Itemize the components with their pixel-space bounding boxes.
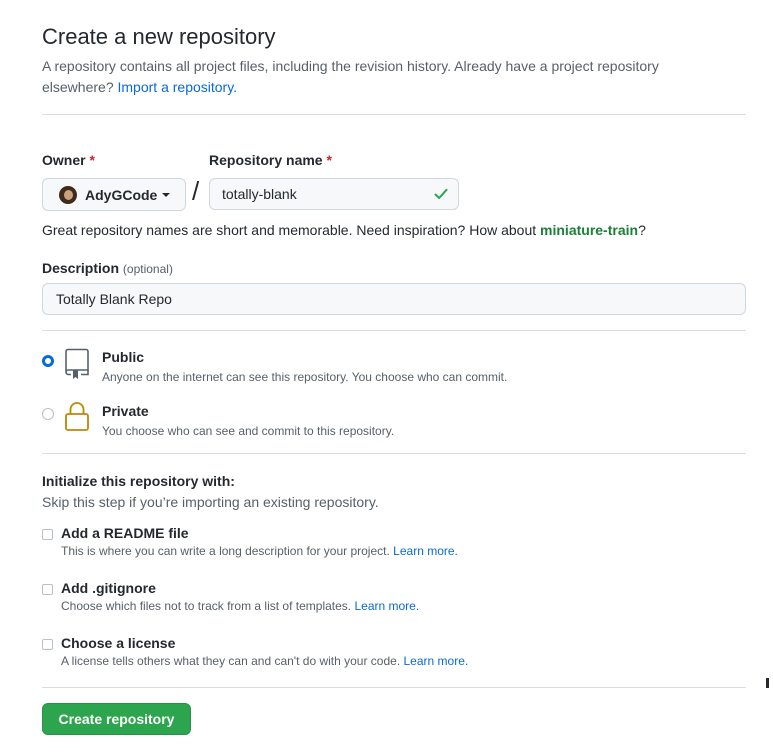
lock-icon — [65, 402, 89, 431]
divider — [42, 114, 746, 115]
divider — [42, 330, 746, 331]
private-radio[interactable] — [42, 408, 54, 420]
gitignore-option-title: Add .gitignore — [61, 580, 156, 596]
private-option-desc: You choose who can see and commit to thi… — [102, 424, 395, 438]
repo-icon — [65, 348, 89, 379]
owner-repo-separator: / — [192, 176, 200, 206]
description-value: Totally Blank Repo — [56, 291, 172, 307]
description-input[interactable]: Totally Blank Repo — [42, 283, 746, 315]
repository-name-label: Repository name * — [209, 152, 332, 168]
license-checkbox[interactable] — [42, 639, 53, 650]
divider — [42, 453, 746, 454]
initialize-subtitle: Skip this step if you’re importing an ex… — [42, 494, 379, 510]
required-mark: * — [89, 152, 95, 168]
readme-option-title: Add a README file — [61, 525, 189, 541]
private-option-title: Private — [102, 403, 149, 419]
gitignore-checkbox[interactable] — [42, 584, 53, 595]
page-title: Create a new repository — [42, 24, 276, 49]
divider — [42, 687, 746, 688]
gitignore-option-desc: Choose which files not to track from a l… — [61, 599, 420, 613]
public-option-title: Public — [102, 349, 145, 365]
optional-tag: (optional) — [122, 262, 173, 276]
import-repository-link[interactable]: Import a repository. — [118, 79, 238, 95]
gitignore-learn-more-link[interactable]: Learn more. — [354, 599, 419, 613]
name-suggestion[interactable]: miniature-train — [540, 222, 638, 238]
readme-option-desc: This is where you can write a long descr… — [61, 544, 458, 558]
repository-name-input[interactable]: totally-blank — [209, 178, 459, 210]
readme-checkbox[interactable] — [42, 529, 53, 540]
check-icon — [434, 188, 448, 199]
readme-learn-more-link[interactable]: Learn more. — [393, 544, 458, 558]
description-label: Description (optional) — [42, 260, 173, 276]
initialize-heading: Initialize this repository with: — [42, 473, 235, 489]
owner-select-button[interactable]: AdyGCode — [42, 178, 186, 211]
page-intro: A repository contains all project files,… — [42, 56, 722, 98]
name-hint: Great repository names are short and mem… — [42, 222, 646, 238]
required-mark: * — [326, 152, 332, 168]
edge-marker — [766, 678, 769, 688]
owner-value: AdyGCode — [85, 186, 158, 203]
public-option-desc: Anyone on the internet can see this repo… — [102, 370, 508, 384]
public-radio[interactable] — [42, 355, 54, 367]
owner-label: Owner * — [42, 152, 95, 168]
create-repository-button[interactable]: Create repository — [42, 703, 191, 735]
license-option-title: Choose a license — [61, 635, 176, 651]
license-option-desc: A license tells others what they can and… — [61, 654, 469, 668]
repository-name-value: totally-blank — [222, 186, 297, 202]
avatar — [59, 185, 77, 204]
license-learn-more-link[interactable]: Learn more. — [404, 654, 469, 668]
caret-down-icon — [162, 192, 171, 197]
